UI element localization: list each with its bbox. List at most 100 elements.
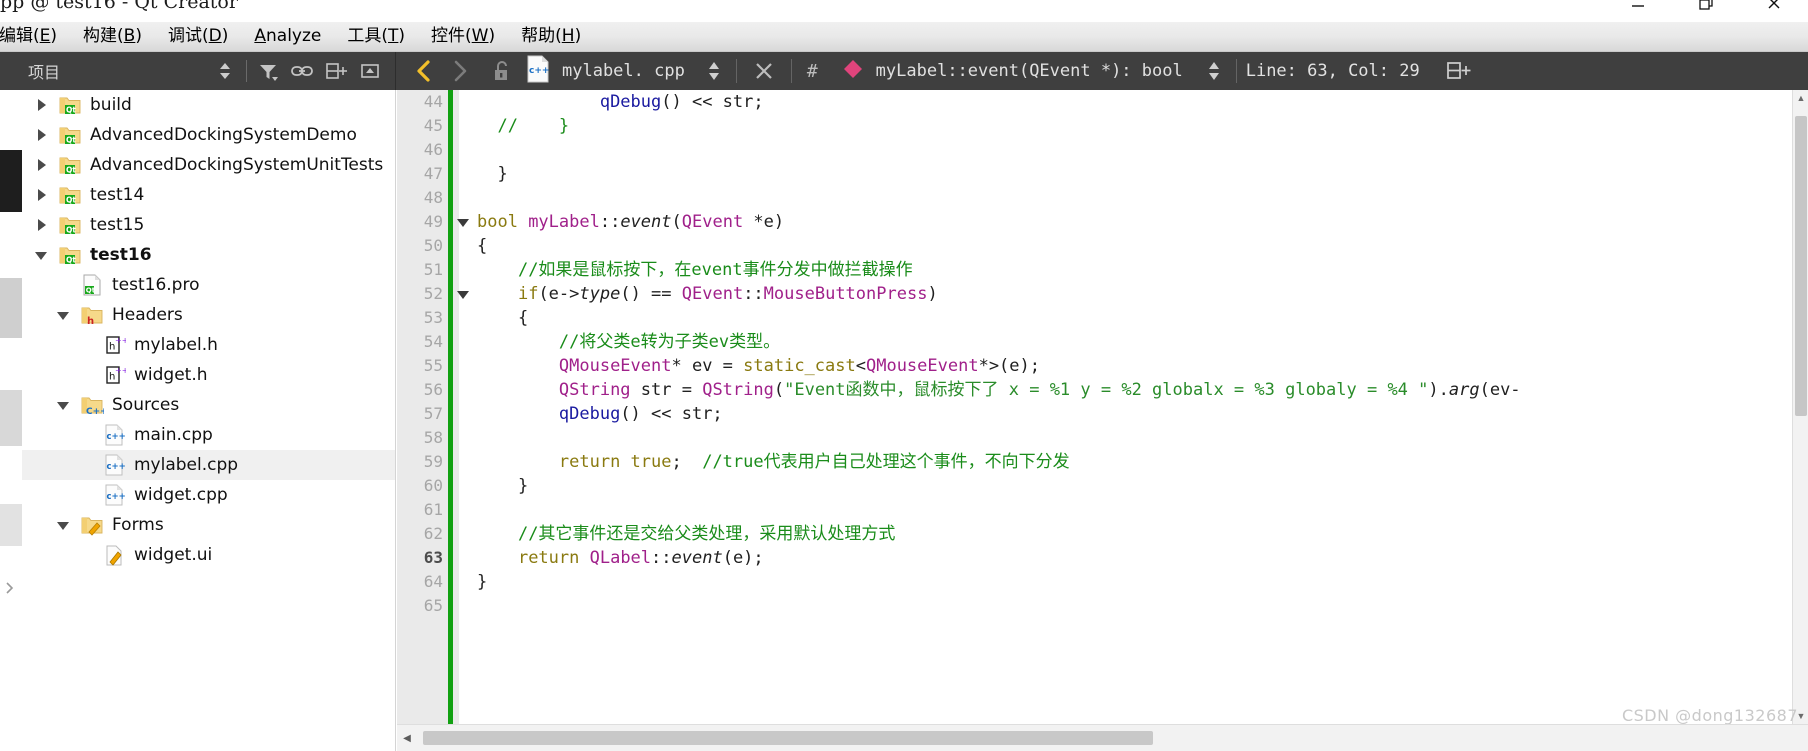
- chevron-down-icon[interactable]: [52, 517, 74, 533]
- code-line[interactable]: 55 QMouseEvent* ev = static_cast<QMouseE…: [397, 354, 1808, 378]
- updown-spinner-icon[interactable]: [208, 54, 242, 88]
- code-line[interactable]: 48: [397, 186, 1808, 210]
- mode-block[interactable]: [0, 150, 22, 212]
- chevron-right-icon[interactable]: [30, 217, 52, 233]
- code-line[interactable]: 49 bool myLabel::event(QEvent *e): [397, 210, 1808, 234]
- split-editor-icon[interactable]: [1442, 54, 1476, 88]
- code-line[interactable]: 53 {: [397, 306, 1808, 330]
- close-document-icon[interactable]: [746, 52, 782, 90]
- link-icon[interactable]: [285, 54, 319, 88]
- code-line[interactable]: 59 return true; //true代表用户自己处理这个事件，不向下分发: [397, 450, 1808, 474]
- mode-block[interactable]: [0, 278, 22, 338]
- code-line[interactable]: 47 }: [397, 162, 1808, 186]
- code-line[interactable]: 64}: [397, 570, 1808, 594]
- code-line[interactable]: 46: [397, 138, 1808, 162]
- tree-item-mylabel-cpp[interactable]: c++ mylabel.cpp: [22, 450, 395, 480]
- code-line[interactable]: 44 qDebug() << str;: [397, 90, 1808, 114]
- tree-item-build[interactable]: Qt build: [22, 90, 395, 120]
- tree-item-label: widget.h: [134, 365, 208, 385]
- code-line[interactable]: 65: [397, 594, 1808, 618]
- split-add-icon[interactable]: [319, 54, 353, 88]
- editor-horizontal-scrollbar[interactable]: ◀: [397, 724, 1808, 751]
- tree-item-advanceddockingsystemunittests[interactable]: Qt AdvancedDockingSystemUnitTests: [22, 150, 395, 180]
- menu-item-6[interactable]: 控件(W): [418, 22, 508, 51]
- symbol-selector[interactable]: myLabel::event(QEvent *): bool: [842, 58, 1183, 85]
- code-line[interactable]: 54 //将父类e转为子类ev类型。: [397, 330, 1808, 354]
- tree-item-sources[interactable]: C++ Sources: [22, 390, 395, 420]
- menu-item-2[interactable]: 构建(B): [70, 22, 155, 51]
- chevron-down-icon[interactable]: [52, 397, 74, 413]
- mode-block[interactable]: [0, 504, 22, 546]
- chevron-right-icon[interactable]: [30, 157, 52, 173]
- menu-item-5[interactable]: 工具(T): [334, 22, 418, 51]
- minimize-panel-icon[interactable]: [353, 54, 387, 88]
- code-line[interactable]: 58: [397, 426, 1808, 450]
- sidebar-view-selector[interactable]: 项目: [28, 59, 60, 83]
- tree-item-mylabel-h[interactable]: h++ mylabel.h: [22, 330, 395, 360]
- cursor-position-label: Line: 63, Col: 29: [1245, 61, 1420, 81]
- code-line[interactable]: 52 if(e->type() == QEvent::MouseButtonPr…: [397, 282, 1808, 306]
- hash-marker-label[interactable]: #: [801, 61, 824, 82]
- project-tree[interactable]: Qt build Qt AdvancedDockingSystemDemo Qt Adva…: [22, 90, 396, 751]
- tree-item-widget-ui[interactable]: widget.ui: [22, 540, 395, 570]
- fold-toggle-icon[interactable]: [453, 282, 473, 306]
- code-line[interactable]: 62 //其它事件还是交给父类处理，采用默认处理方式: [397, 522, 1808, 546]
- tree-item-test16-pro[interactable]: Qt test16.pro: [22, 270, 395, 300]
- forward-arrow-icon[interactable]: [442, 52, 478, 90]
- code-line[interactable]: 56 QString str = QString("Event函数中，鼠标按下了…: [397, 378, 1808, 402]
- restore-button[interactable]: [1672, 0, 1740, 20]
- tree-item-forms[interactable]: Forms: [22, 510, 395, 540]
- token-typ: QMouseEvent: [558, 356, 672, 376]
- chevron-down-icon[interactable]: [30, 247, 52, 263]
- mnemonic: B: [123, 26, 136, 46]
- mode-block[interactable]: [0, 390, 22, 446]
- chevron-down-icon[interactable]: [52, 307, 74, 323]
- code-line[interactable]: 63 return QLabel::event(e);: [397, 546, 1808, 570]
- horizontal-scroll-thumb[interactable]: [423, 731, 1153, 745]
- code-line[interactable]: 60 }: [397, 474, 1808, 498]
- filter-icon[interactable]: [251, 54, 285, 88]
- code-line[interactable]: 61: [397, 498, 1808, 522]
- chevron-right-icon[interactable]: [30, 187, 52, 203]
- minimize-button[interactable]: [1604, 0, 1672, 20]
- tree-item-test16[interactable]: Qt test16: [22, 240, 395, 270]
- scroll-up-button[interactable]: ▲: [1793, 90, 1808, 106]
- symbol-dropdown-spinner-icon[interactable]: [1201, 54, 1227, 88]
- menu-item-4[interactable]: Analyze: [241, 22, 334, 51]
- vertical-scroll-thumb[interactable]: [1795, 116, 1807, 416]
- tree-item-headers[interactable]: h Headers: [22, 300, 395, 330]
- open-file-chip[interactable]: c++ mylabel. cpp: [526, 55, 685, 88]
- chevron-right-icon[interactable]: [30, 97, 52, 113]
- chevron-right-icon[interactable]: [30, 127, 52, 143]
- unlocked-icon[interactable]: [484, 52, 520, 90]
- code-line[interactable]: 50 {: [397, 234, 1808, 258]
- back-arrow-icon[interactable]: [406, 52, 442, 90]
- menu-item-7[interactable]: 帮助(H): [508, 22, 594, 51]
- code-line[interactable]: 51 //如果是鼠标按下，在event事件分发中做拦截操作: [397, 258, 1808, 282]
- code-editor[interactable]: 44 qDebug() << str; 45 // } 46 47 } 48 49 bool…: [397, 90, 1808, 751]
- code-lines[interactable]: 44 qDebug() << str; 45 // } 46 47 } 48 49 bool…: [397, 90, 1808, 724]
- toolbar: 项目 c++ mylabel. cpp # myLabel::event(QEv…: [0, 52, 1808, 90]
- horizontal-scroll-track[interactable]: [417, 731, 1808, 745]
- scroll-left-button[interactable]: ◀: [397, 726, 417, 750]
- tree-item-widget-h[interactable]: h++ widget.h: [22, 360, 395, 390]
- editor-vertical-scrollbar[interactable]: ▲ ▼: [1792, 90, 1808, 724]
- tree-item-advanceddockingsystemdemo[interactable]: Qt AdvancedDockingSystemDemo: [22, 120, 395, 150]
- token-pln: ::: [743, 284, 764, 304]
- token-fn: qDebug: [599, 92, 662, 112]
- menu-item-1[interactable]: 编辑(E): [0, 22, 70, 51]
- fold-toggle-icon[interactable]: [453, 210, 473, 234]
- file-dropdown-spinner-icon[interactable]: [701, 54, 727, 88]
- code-line[interactable]: 57 qDebug() << str;: [397, 402, 1808, 426]
- tree-item-test15[interactable]: Qt test15: [22, 210, 395, 240]
- tree-item-test14[interactable]: Qt test14: [22, 180, 395, 210]
- tree-item-widget-cpp[interactable]: c++ widget.cpp: [22, 480, 395, 510]
- menu-item-3[interactable]: 调试(D): [155, 22, 241, 51]
- tree-twisty-placeholder: [74, 427, 96, 443]
- expand-sidebar-arrow-icon[interactable]: [3, 580, 17, 600]
- tree-item-main-cpp[interactable]: c++ main.cpp: [22, 420, 395, 450]
- code-line[interactable]: 45 // }: [397, 114, 1808, 138]
- close-button[interactable]: [1740, 0, 1808, 20]
- token-pln: [477, 332, 559, 352]
- tree-item-label: Headers: [112, 305, 183, 325]
